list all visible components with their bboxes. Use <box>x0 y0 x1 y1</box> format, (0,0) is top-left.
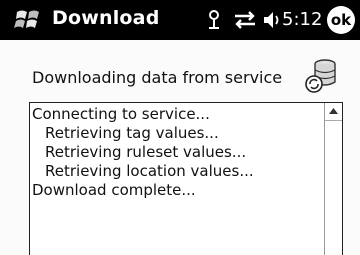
log-line: Connecting to service... <box>32 105 210 123</box>
pocketpc-screen: Download 5:12 ok Downloading data from s… <box>0 0 360 255</box>
speaker-icon[interactable] <box>262 8 282 32</box>
window-title: Download <box>52 7 160 29</box>
log-line: Retrieving ruleset values... <box>45 143 247 161</box>
clock[interactable]: 5:12 <box>282 9 322 30</box>
status-heading: Downloading data from service <box>32 68 283 87</box>
vertical-scrollbar[interactable] <box>324 103 342 255</box>
sync-icon[interactable] <box>232 8 258 32</box>
antenna-icon[interactable] <box>203 8 225 32</box>
log-line: Retrieving tag values... <box>45 124 219 142</box>
download-log[interactable]: Connecting to service... Retrieving tag v… <box>29 102 343 255</box>
log-lines: Connecting to service... Retrieving tag v… <box>32 105 254 200</box>
ok-button[interactable]: ok <box>327 6 355 34</box>
title-bar: Download 5:12 ok <box>0 0 360 40</box>
windows-start-icon[interactable] <box>14 6 42 34</box>
scroll-up-icon[interactable] <box>325 103 342 121</box>
log-line: Retrieving location values... <box>45 162 254 180</box>
log-line: Download complete... <box>32 181 196 199</box>
database-sync-icon <box>305 59 336 93</box>
